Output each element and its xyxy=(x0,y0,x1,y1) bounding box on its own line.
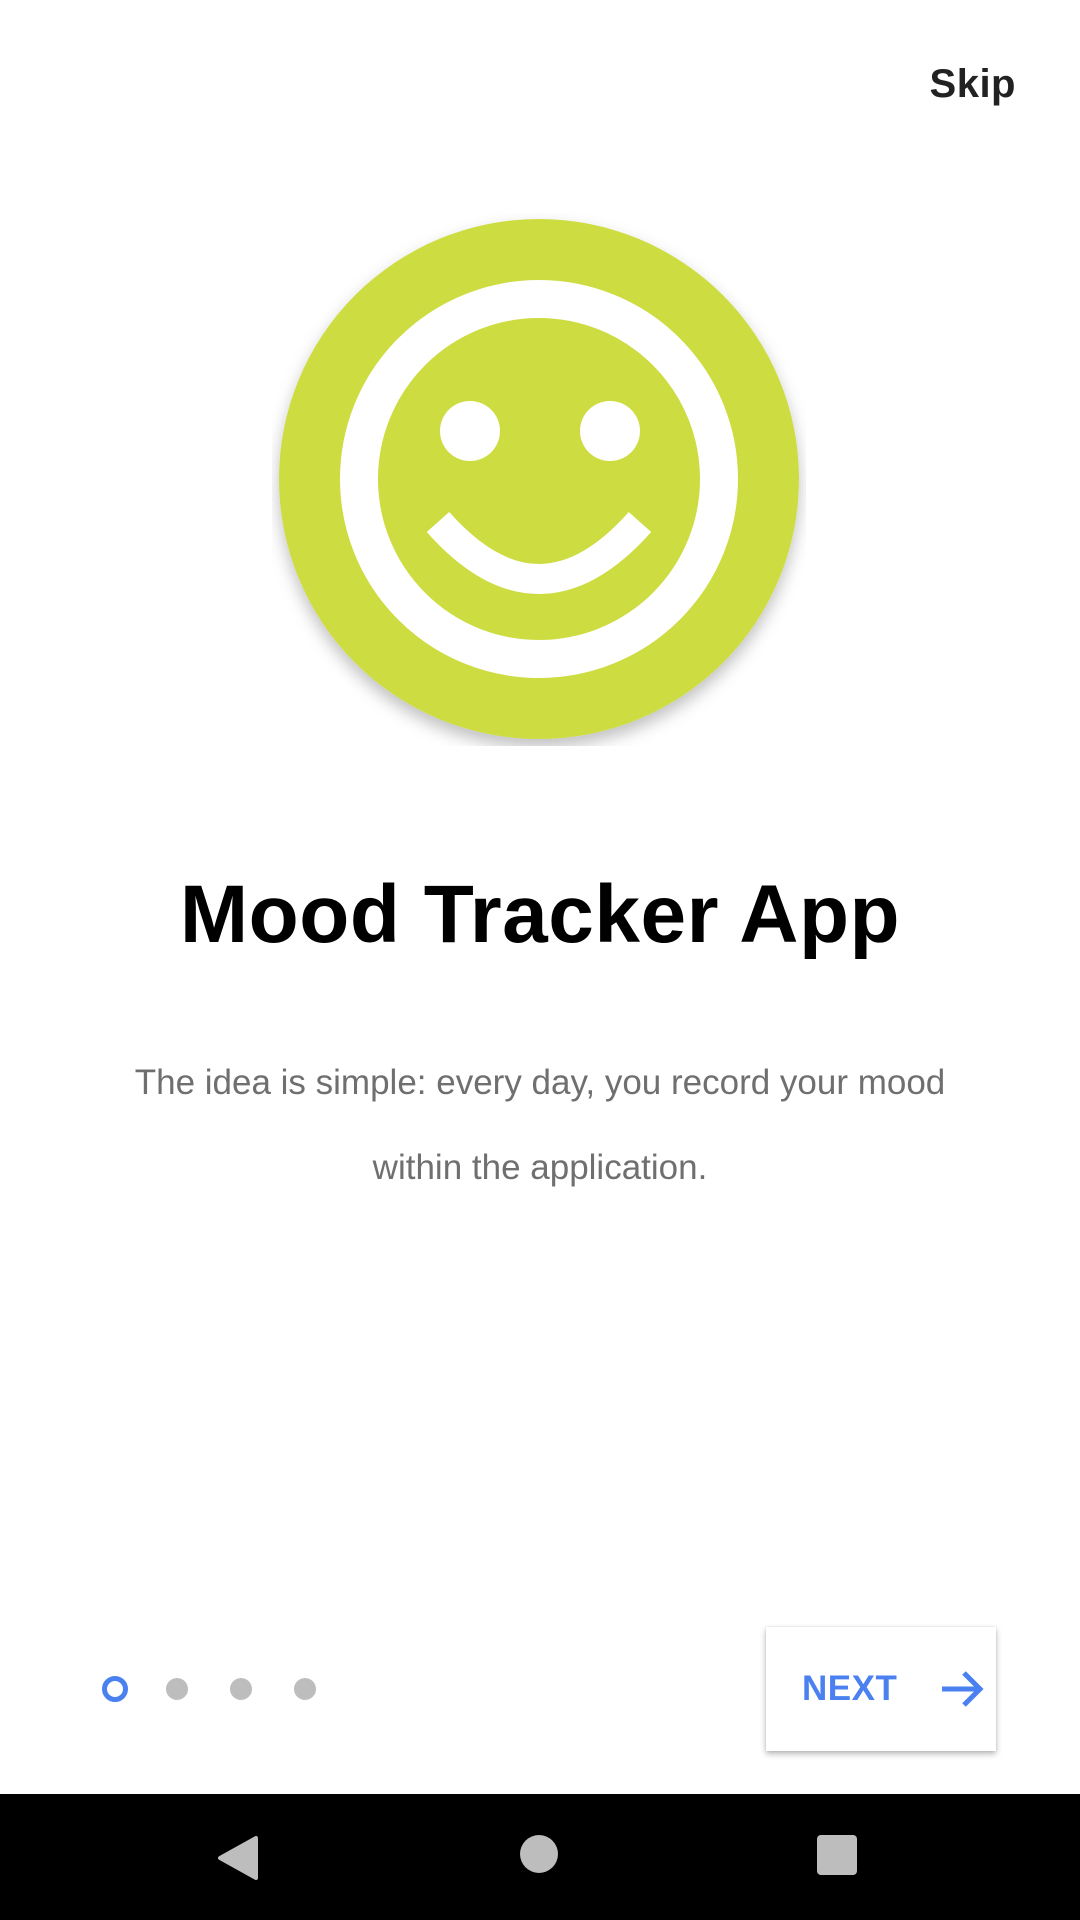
smiley-face-icon xyxy=(279,219,799,739)
page-description: The idea is simple: every day, you recor… xyxy=(134,1063,946,1187)
page-dot-4[interactable] xyxy=(294,1678,316,1700)
page-dot-2[interactable] xyxy=(166,1678,188,1700)
back-triangle-icon[interactable] xyxy=(216,1834,260,1887)
home-circle-icon[interactable] xyxy=(519,1834,559,1879)
page-dot-3[interactable] xyxy=(230,1678,252,1700)
hero-smiley-illustration xyxy=(272,212,806,746)
skip-button[interactable]: Skip xyxy=(930,62,1016,107)
recents-square-icon[interactable] xyxy=(816,1834,858,1881)
next-button-label: NEXT xyxy=(802,1669,898,1708)
next-button[interactable]: NEXT xyxy=(766,1627,996,1751)
arrow-right-icon xyxy=(938,1667,986,1716)
page-dot-1-active[interactable] xyxy=(102,1676,128,1702)
system-navigation-bar xyxy=(0,1794,1080,1920)
page-title: Mood Tracker App xyxy=(179,869,901,960)
page-indicator xyxy=(102,1676,358,1702)
